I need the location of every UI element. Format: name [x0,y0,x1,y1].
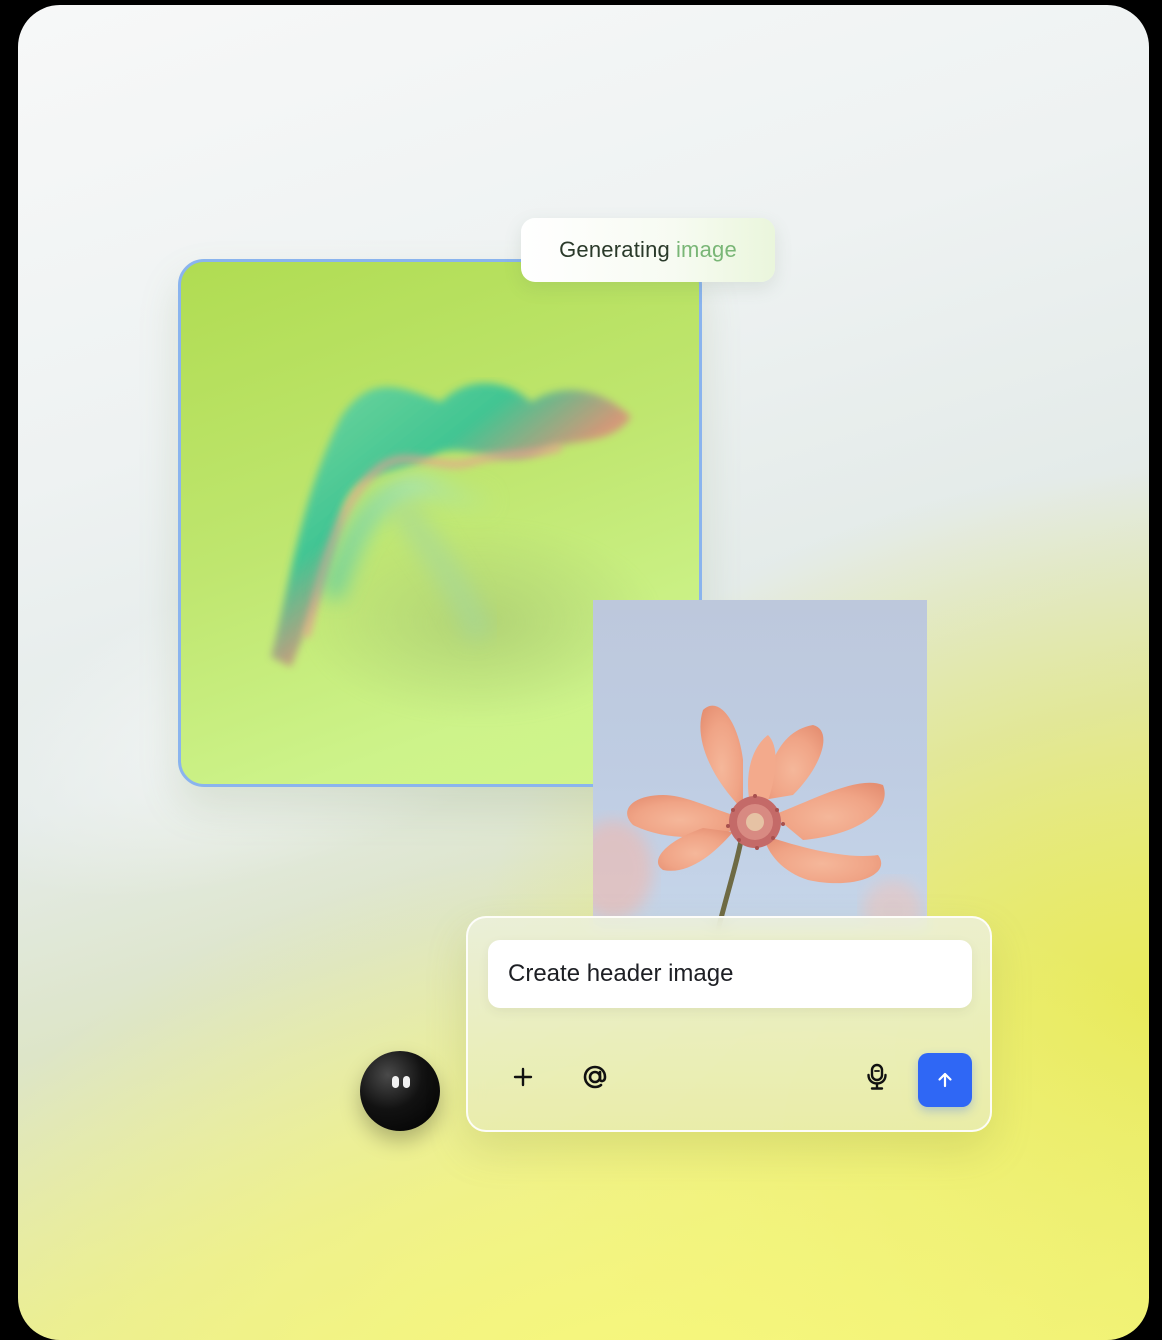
plus-icon-glyph [513,1067,533,1087]
prompt-composer: Create header image [466,916,992,1132]
flower-illustration [593,705,923,930]
avatar-eye [392,1076,399,1088]
arrow-up-icon [938,1072,952,1088]
microphone-icon-glyph [867,1063,887,1090]
status-text: Generating [559,237,670,262]
status-text-highlight: image [675,237,737,262]
prompt-input[interactable]: Create header image [488,940,972,1008]
app-canvas: Generating image Create header image [18,5,1149,1340]
send-button[interactable] [918,1053,972,1107]
iridescent-shape-image [271,383,631,667]
avatar-eye [403,1076,410,1088]
flower-reference-image [593,600,927,930]
generating-status-badge: Generating image [521,218,775,282]
at-icon-glyph [583,1065,607,1089]
at-icon[interactable] [572,1054,618,1100]
microphone-icon[interactable] [854,1054,900,1100]
assistant-avatar[interactable] [360,1051,440,1131]
plus-icon[interactable] [500,1054,546,1100]
